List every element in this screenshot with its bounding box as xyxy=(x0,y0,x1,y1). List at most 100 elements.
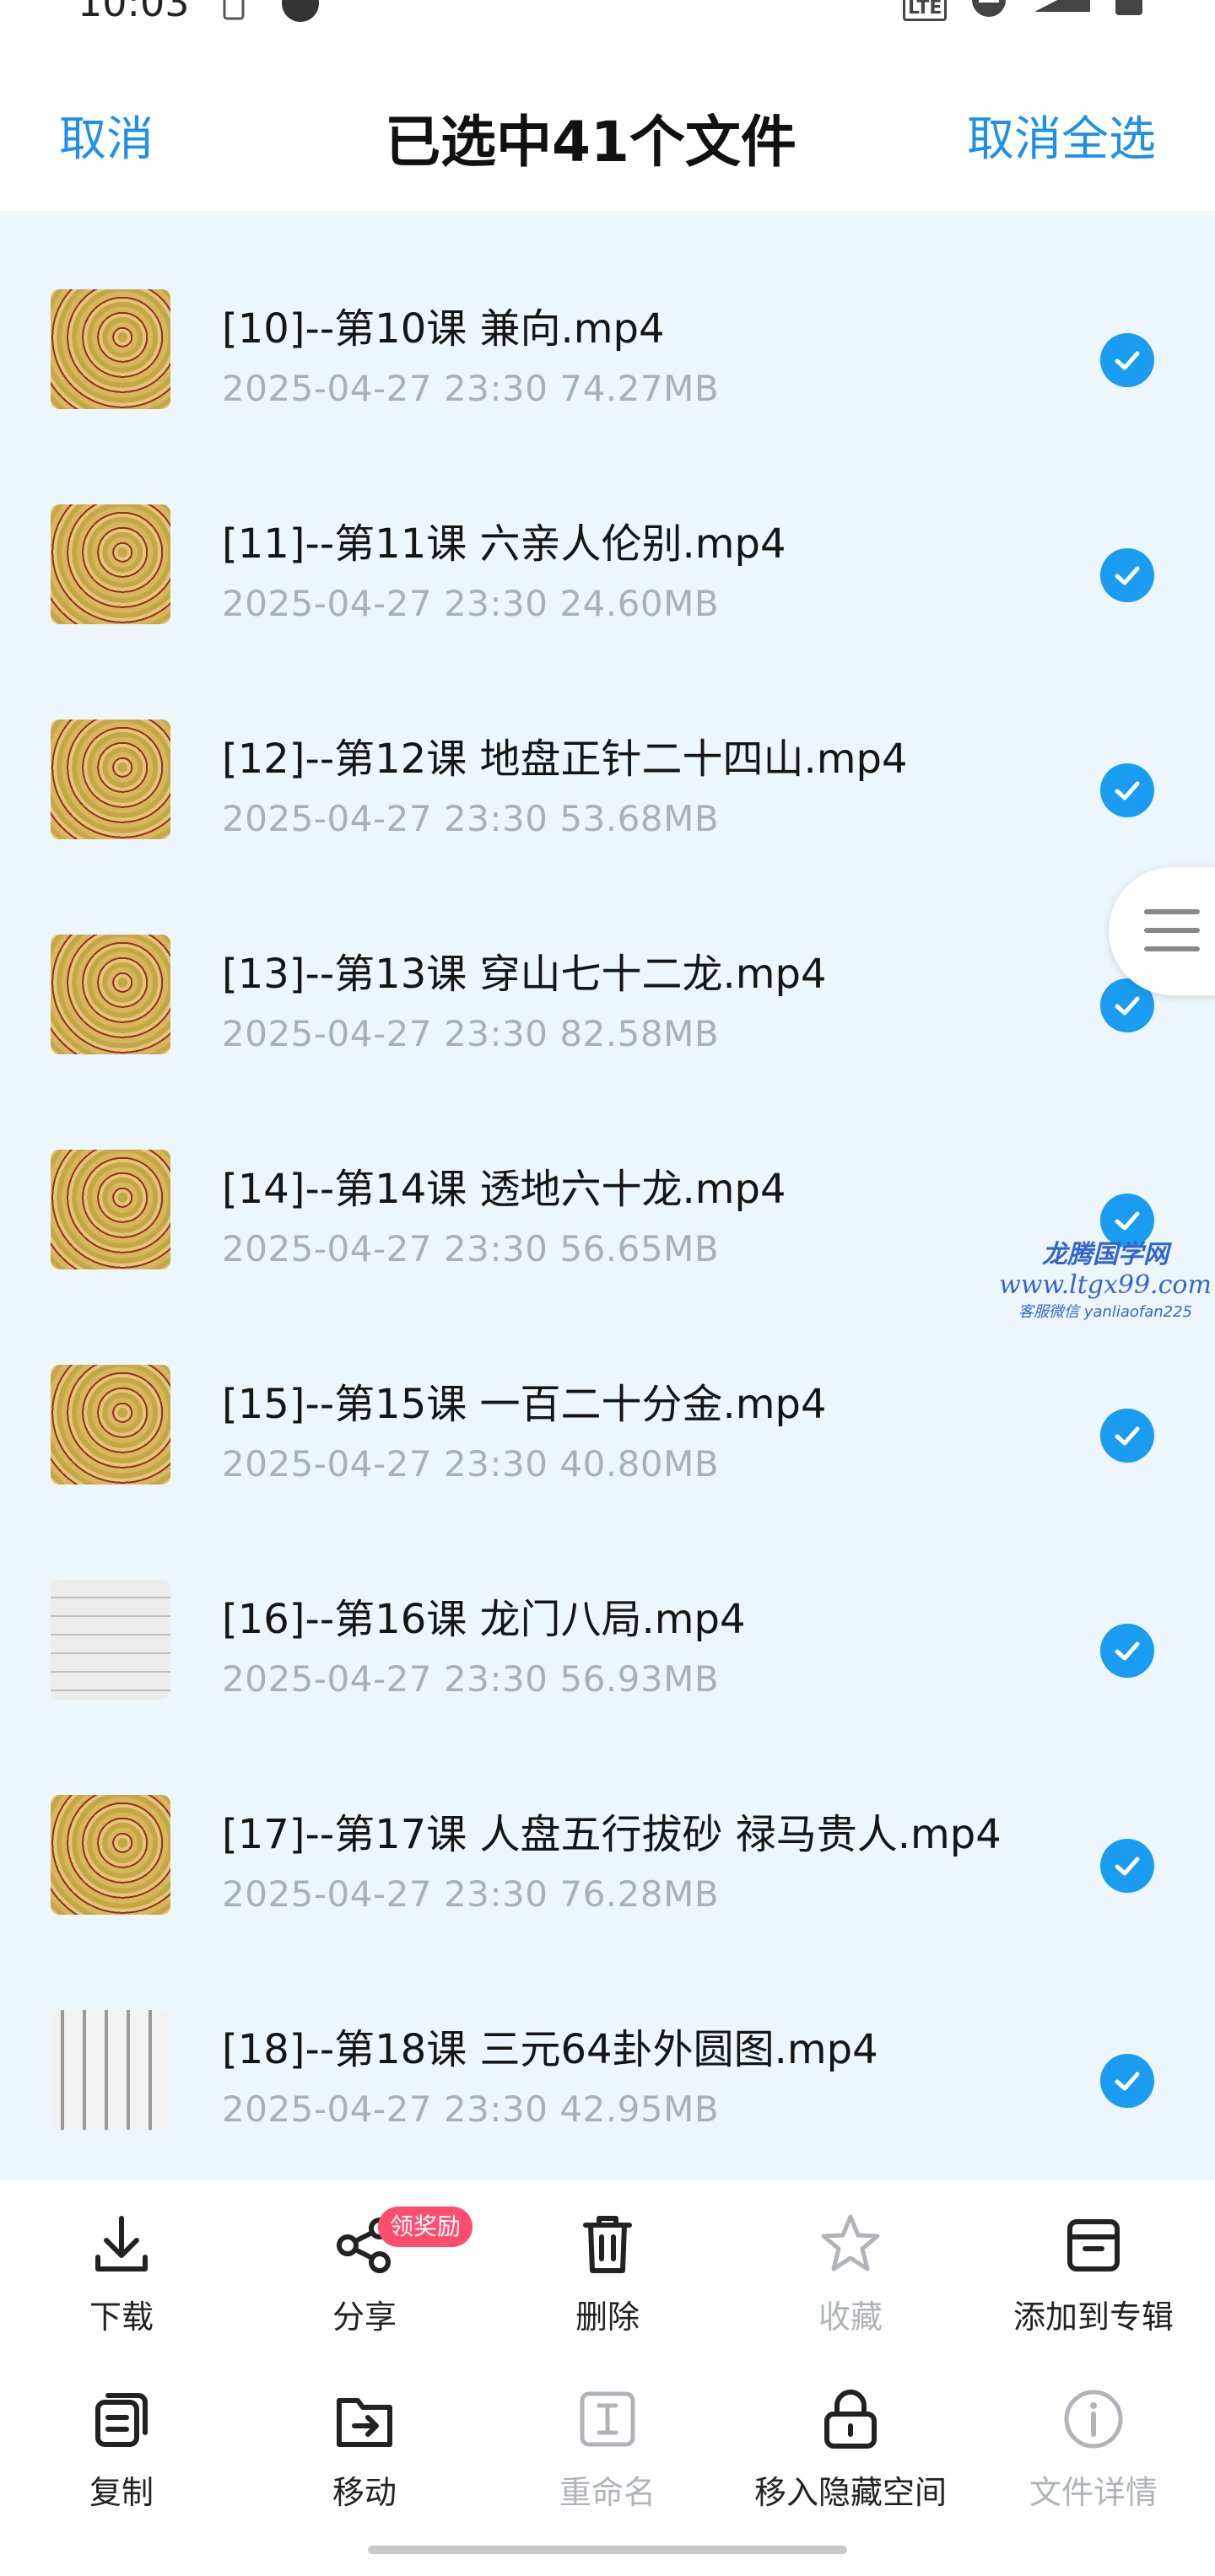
watermark-title: 龙腾国学网 xyxy=(1042,1240,1169,1269)
move-to-hidden-button[interactable]: 移入隐藏空间 xyxy=(729,2385,972,2513)
rename-icon xyxy=(580,2391,635,2447)
file-row[interactable]: [17]--第17课 人盘五行拔砂 禄马贵人.mp4 2025-04-27 23… xyxy=(0,1716,1215,1932)
selected-check-icon[interactable] xyxy=(1100,1624,1154,1678)
file-meta: 2025-04-27 23:30 24.60MB xyxy=(222,583,719,624)
favorite-button[interactable]: 收藏 xyxy=(729,2210,972,2337)
video-thumbnail xyxy=(51,1365,170,1485)
rename-button[interactable]: 重命名 xyxy=(486,2385,729,2513)
file-name: [18]--第18课 三元64卦外圆图.mp4 xyxy=(222,2026,878,2073)
watermark: 龙腾国学网 www.ltgx99.com 客服微信 yanliaofan225 xyxy=(996,1233,1215,1322)
file-size: 42.95MB xyxy=(559,2088,720,2130)
move-to-hidden-label: 移入隐藏空间 xyxy=(753,2474,947,2511)
file-time: 23:30 xyxy=(443,368,548,409)
video-thumbnail xyxy=(51,719,170,839)
file-date: 2025-04-27 xyxy=(222,583,433,624)
status-bar: 10:03 LTE xyxy=(0,0,1215,34)
video-thumbnail xyxy=(51,2010,170,2130)
share-label: 分享 xyxy=(332,2298,397,2336)
file-size: 24.60MB xyxy=(559,583,720,624)
video-thumbnail xyxy=(51,1580,170,1700)
delete-label: 删除 xyxy=(575,2298,640,2336)
file-meta: 2025-04-27 23:30 53.68MB xyxy=(222,798,719,839)
file-time: 23:30 xyxy=(443,1228,548,1269)
download-status-icon xyxy=(223,0,245,20)
video-thumbnail xyxy=(51,1795,170,1915)
file-time: 23:30 xyxy=(443,798,548,839)
file-date: 2025-04-27 xyxy=(222,798,433,839)
file-list: [10]--第10课 兼向.mp4 2025-04-27 23:30 74.27… xyxy=(0,211,1215,2180)
lock-icon xyxy=(824,2390,877,2449)
watermark-url: www.ltgx99.com xyxy=(999,1270,1212,1300)
copy-icon xyxy=(95,2393,148,2447)
deselect-all-button[interactable]: 取消全选 xyxy=(967,101,1156,170)
video-thumbnail xyxy=(51,289,170,409)
selected-check-icon[interactable] xyxy=(1100,548,1154,602)
file-size: 74.27MB xyxy=(559,368,720,409)
move-folder-icon xyxy=(337,2398,392,2447)
file-time: 23:30 xyxy=(443,2088,548,2130)
file-time: 23:30 xyxy=(443,1873,548,1915)
move-label: 移动 xyxy=(332,2474,397,2511)
star-icon xyxy=(821,2214,880,2272)
download-icon xyxy=(95,2216,148,2272)
file-row[interactable]: [11]--第11课 六亲人伦别.mp4 2025-04-27 23:30 24… xyxy=(0,426,1215,641)
file-name: [12]--第12课 地盘正针二十四山.mp4 xyxy=(222,736,908,783)
file-meta: 2025-04-27 23:30 82.58MB xyxy=(222,1013,719,1054)
lte-indicator: LTE xyxy=(903,0,948,21)
file-size: 40.80MB xyxy=(559,1443,720,1485)
add-to-album-button[interactable]: 添加到专辑 xyxy=(972,2210,1215,2337)
home-indicator[interactable] xyxy=(368,2546,847,2554)
file-row[interactable]: [18]--第18课 三元64卦外圆图.mp4 2025-04-27 23:30… xyxy=(0,1932,1215,2147)
download-button[interactable]: 下载 xyxy=(0,2210,243,2337)
dnd-icon xyxy=(972,0,1006,17)
copy-button[interactable]: 复制 xyxy=(0,2385,243,2513)
reward-badge[interactable]: 领奖励 xyxy=(378,2207,473,2247)
delete-button[interactable]: 删除 xyxy=(486,2210,729,2337)
selected-check-icon[interactable] xyxy=(1100,2054,1154,2108)
selected-check-icon[interactable] xyxy=(1100,1409,1154,1463)
selection-header: 取消 已选中41个文件 取消全选 xyxy=(0,34,1215,211)
signal-icon xyxy=(1034,0,1090,12)
file-details-label: 文件详情 xyxy=(1029,2474,1158,2511)
file-details-button[interactable]: 文件详情 xyxy=(972,2385,1215,2513)
file-row[interactable]: [13]--第13课 穿山七十二龙.mp4 2025-04-27 23:30 8… xyxy=(0,856,1215,1071)
file-meta: 2025-04-27 23:30 74.27MB xyxy=(222,368,719,409)
app-status-icon xyxy=(282,0,319,22)
file-date: 2025-04-27 xyxy=(222,2088,433,2130)
file-time: 23:30 xyxy=(443,583,548,624)
watermark-contact: 客服微信 yanliaofan225 xyxy=(1018,1303,1192,1321)
file-meta: 2025-04-27 23:30 56.93MB xyxy=(222,1658,719,1700)
video-thumbnail xyxy=(51,504,170,624)
file-row[interactable]: [10]--第10课 兼向.mp4 2025-04-27 23:30 74.27… xyxy=(0,211,1215,426)
favorite-label: 收藏 xyxy=(818,2298,883,2336)
move-button[interactable]: 移动 xyxy=(243,2385,486,2513)
add-to-album-label: 添加到专辑 xyxy=(1012,2298,1174,2336)
file-row[interactable]: [12]--第12课 地盘正针二十四山.mp4 2025-04-27 23:30… xyxy=(0,641,1215,856)
file-name: [16]--第16课 龙门八局.mp4 xyxy=(222,1596,746,1643)
menu-line-icon xyxy=(1144,909,1200,914)
info-icon xyxy=(1064,2390,1123,2449)
file-date: 2025-04-27 xyxy=(222,1658,433,1700)
download-label: 下载 xyxy=(89,2298,154,2336)
file-meta: 2025-04-27 23:30 40.80MB xyxy=(222,1443,719,1485)
battery-icon xyxy=(1115,0,1142,15)
file-date: 2025-04-27 xyxy=(222,1013,433,1054)
file-name: [17]--第17课 人盘五行拔砂 禄马贵人.mp4 xyxy=(222,1811,1002,1858)
selected-check-icon[interactable] xyxy=(1100,333,1154,387)
file-meta: 2025-04-27 23:30 56.65MB xyxy=(222,1228,719,1269)
selected-check-icon[interactable] xyxy=(1100,763,1154,817)
file-date: 2025-04-27 xyxy=(222,1873,433,1915)
selection-count-title: 已选中41个文件 xyxy=(385,110,796,175)
file-name: [10]--第10课 兼向.mp4 xyxy=(222,305,665,353)
selected-check-icon[interactable] xyxy=(1100,1839,1154,1893)
menu-line-icon xyxy=(1144,928,1200,933)
file-date: 2025-04-27 xyxy=(222,1443,433,1485)
file-row[interactable]: [16]--第16课 龙门八局.mp4 2025-04-27 23:30 56.… xyxy=(0,1501,1215,1716)
file-time: 23:30 xyxy=(443,1013,548,1054)
video-thumbnail xyxy=(51,935,170,1054)
file-date: 2025-04-27 xyxy=(222,368,433,409)
file-size: 76.28MB xyxy=(559,1873,720,1915)
file-size: 53.68MB xyxy=(559,798,720,839)
file-size: 82.58MB xyxy=(559,1013,720,1054)
status-time: 10:03 xyxy=(78,0,190,25)
